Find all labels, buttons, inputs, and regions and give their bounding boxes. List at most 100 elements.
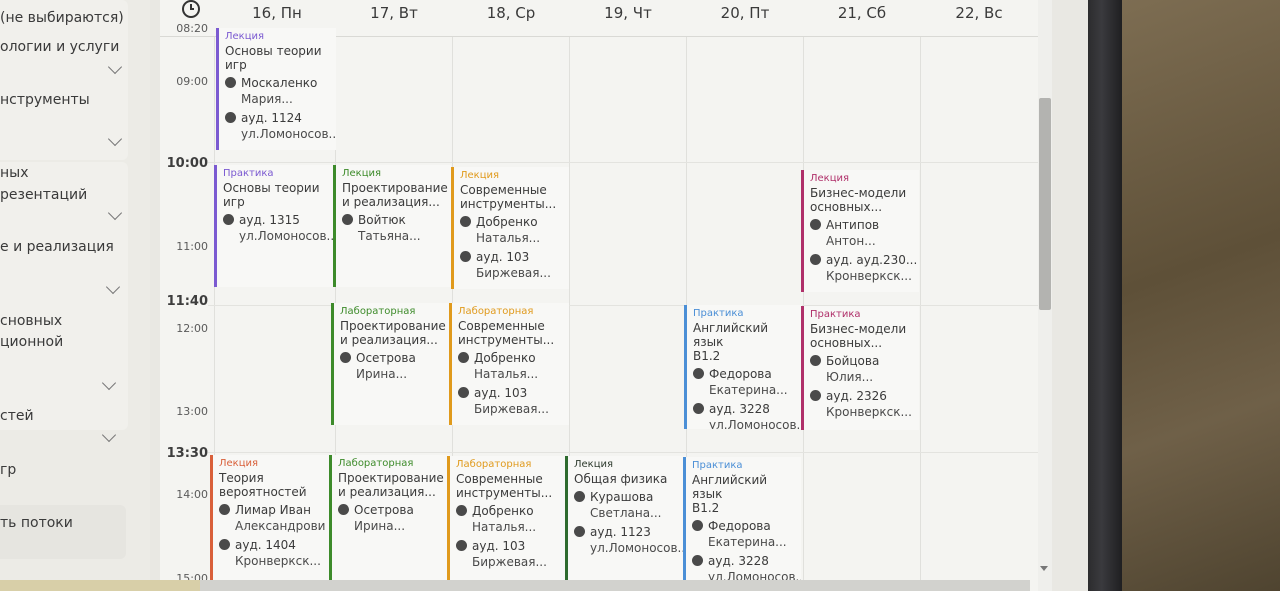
time-label: 11:00 bbox=[176, 240, 208, 253]
show-streams-button[interactable]: ть потоки bbox=[0, 505, 126, 559]
clock-icon bbox=[182, 0, 200, 18]
filter-item[interactable]: е и реализация bbox=[0, 239, 114, 255]
event-card[interactable]: Лекция Теория вероятностей Лимар Иван Але… bbox=[210, 455, 330, 580]
event-teacher: Добренко Наталья... bbox=[456, 503, 568, 535]
event-room: ауд. 103 Биржевая... bbox=[458, 385, 569, 417]
scroll-down-arrow-icon[interactable] bbox=[1040, 566, 1048, 571]
day-header-fri[interactable]: 20, Пт bbox=[686, 4, 804, 22]
event-card[interactable]: Лабораторная Проектирование и реализация… bbox=[331, 303, 451, 425]
person-icon bbox=[219, 504, 230, 515]
event-type: Практика bbox=[223, 168, 274, 179]
event-card[interactable]: Практика Бизнес-модели основных... Бойцо… bbox=[801, 306, 919, 430]
event-title: Современные bbox=[458, 319, 545, 333]
event-card[interactable]: Практика Английский язык B1.2 Федорова Ек… bbox=[684, 305, 802, 429]
person-icon bbox=[342, 214, 353, 225]
time-label: 14:00 bbox=[176, 488, 208, 501]
event-title: игр bbox=[225, 58, 247, 72]
chevron-down-icon[interactable] bbox=[101, 427, 117, 443]
event-card[interactable]: Практика Английский язык B1.2 Федорова Ек… bbox=[683, 457, 801, 580]
event-room: ауд. 1315 ул.Ломоносов.. bbox=[223, 212, 335, 244]
day-header-thu[interactable]: 19, Чт bbox=[569, 4, 687, 22]
location-pin-icon bbox=[574, 526, 585, 537]
filter-item[interactable]: нструменты bbox=[0, 92, 90, 108]
event-type: Лабораторная bbox=[340, 306, 416, 317]
event-type: Лекция bbox=[810, 173, 850, 184]
event-room: ауд. ауд.230... Кронверкск... bbox=[810, 252, 919, 284]
event-room: ауд. 3228 ул.Ломоносов.. bbox=[693, 401, 802, 429]
day-header-sat[interactable]: 21, Сб bbox=[803, 4, 921, 22]
location-pin-icon bbox=[693, 403, 704, 414]
location-pin-icon bbox=[225, 112, 236, 123]
filter-item[interactable]: ционной bbox=[0, 334, 63, 350]
taskbar bbox=[0, 580, 200, 591]
time-label: 09:00 bbox=[176, 75, 208, 88]
event-title: Современные bbox=[460, 183, 547, 197]
location-pin-icon bbox=[460, 251, 471, 262]
event-card[interactable]: Лабораторная Современные инструменты... … bbox=[447, 456, 568, 580]
event-room: ауд. 3228 ул.Ломоносов.. bbox=[692, 553, 801, 580]
event-teacher: Москаленко Мария... bbox=[225, 75, 336, 107]
event-title: B1.2 bbox=[693, 349, 721, 363]
time-label: 13:30 bbox=[166, 446, 208, 461]
time-label: 08:20 bbox=[176, 22, 208, 35]
event-card[interactable]: Лекция Общая физика Курашова Светлана... … bbox=[565, 456, 686, 580]
filter-item[interactable]: ологии и услуги bbox=[0, 39, 119, 55]
event-title: Проектирование bbox=[342, 181, 448, 195]
event-title: Бизнес-модели bbox=[810, 322, 907, 336]
filter-item[interactable]: сновных bbox=[0, 313, 62, 329]
day-header-wed[interactable]: 18, Ср bbox=[452, 4, 570, 22]
filter-item[interactable]: (не выбираются) bbox=[0, 10, 124, 26]
event-card[interactable]: Лекция Проектирование и реализация... Во… bbox=[333, 165, 451, 287]
horizontal-scrollbar[interactable] bbox=[200, 580, 1030, 591]
person-icon bbox=[693, 368, 704, 379]
day-header-tue[interactable]: 17, Вт bbox=[335, 4, 453, 22]
person-icon bbox=[225, 77, 236, 88]
event-card[interactable]: Лекция Бизнес-модели основных... Антипов… bbox=[801, 170, 919, 292]
event-type: Лабораторная bbox=[456, 459, 532, 470]
event-teacher: Бойцова Юлия... bbox=[810, 353, 919, 385]
event-card[interactable]: Лекция Основы теории игр Москаленко Мария… bbox=[216, 28, 336, 150]
event-teacher: Курашова Светлана... bbox=[574, 489, 686, 521]
event-type: Лабораторная bbox=[458, 306, 534, 317]
event-title: B1.2 bbox=[692, 501, 720, 515]
event-card[interactable]: Лабораторная Современные инструменты... … bbox=[449, 303, 569, 425]
person-icon bbox=[460, 216, 471, 227]
event-teacher: Антипов Антон... bbox=[810, 217, 919, 249]
event-title: Английский язык bbox=[693, 321, 769, 349]
filter-item[interactable]: гр bbox=[0, 462, 16, 478]
event-title: Основы теории bbox=[223, 181, 320, 195]
filter-item[interactable]: резентаций bbox=[0, 187, 87, 203]
day-header-mon[interactable]: 16, Пн bbox=[218, 4, 336, 22]
day-header-sun[interactable]: 22, Вс bbox=[920, 4, 1038, 22]
event-card[interactable]: Лекция Современные инструменты... Добрен… bbox=[451, 167, 569, 289]
location-pin-icon bbox=[810, 390, 821, 401]
event-room: ауд. 103 Биржевая... bbox=[456, 538, 568, 570]
event-title: и реализация... bbox=[342, 195, 440, 209]
person-icon bbox=[810, 219, 821, 230]
event-room: ауд. 1124 ул.Ломоносов.. bbox=[225, 110, 336, 142]
location-pin-icon bbox=[219, 539, 230, 550]
location-pin-icon bbox=[456, 540, 467, 551]
event-card[interactable]: Лабораторная Проектирование и реализация… bbox=[329, 455, 450, 580]
filter-item[interactable]: стей bbox=[0, 408, 34, 424]
event-card[interactable]: Практика Основы теории игр ауд. 1315 ул.Л… bbox=[214, 165, 335, 287]
person-icon bbox=[340, 352, 351, 363]
event-title: и реализация... bbox=[338, 485, 436, 499]
event-title: Теория bbox=[219, 471, 264, 485]
event-type: Лекция bbox=[460, 170, 500, 181]
screen: (не выбираются) ологии и услуги нструмен… bbox=[0, 0, 1088, 591]
event-title: и реализация... bbox=[340, 333, 438, 347]
person-icon bbox=[338, 504, 349, 515]
event-teacher: Лимар Иван Александрови bbox=[219, 502, 330, 534]
scrollbar-thumb[interactable] bbox=[1039, 98, 1051, 310]
person-icon bbox=[692, 520, 703, 531]
person-icon bbox=[810, 355, 821, 366]
event-type: Практика bbox=[810, 309, 861, 320]
event-type: Лекция bbox=[574, 459, 614, 470]
event-title: Проектирование bbox=[338, 471, 444, 485]
event-teacher: Федорова Екатерина... bbox=[692, 518, 801, 550]
event-title: Современные bbox=[456, 472, 543, 486]
filter-item[interactable]: ных bbox=[0, 165, 29, 181]
event-room: ауд. 1123 ул.Ломоносов.. bbox=[574, 524, 686, 556]
event-title: основных... bbox=[810, 200, 883, 214]
